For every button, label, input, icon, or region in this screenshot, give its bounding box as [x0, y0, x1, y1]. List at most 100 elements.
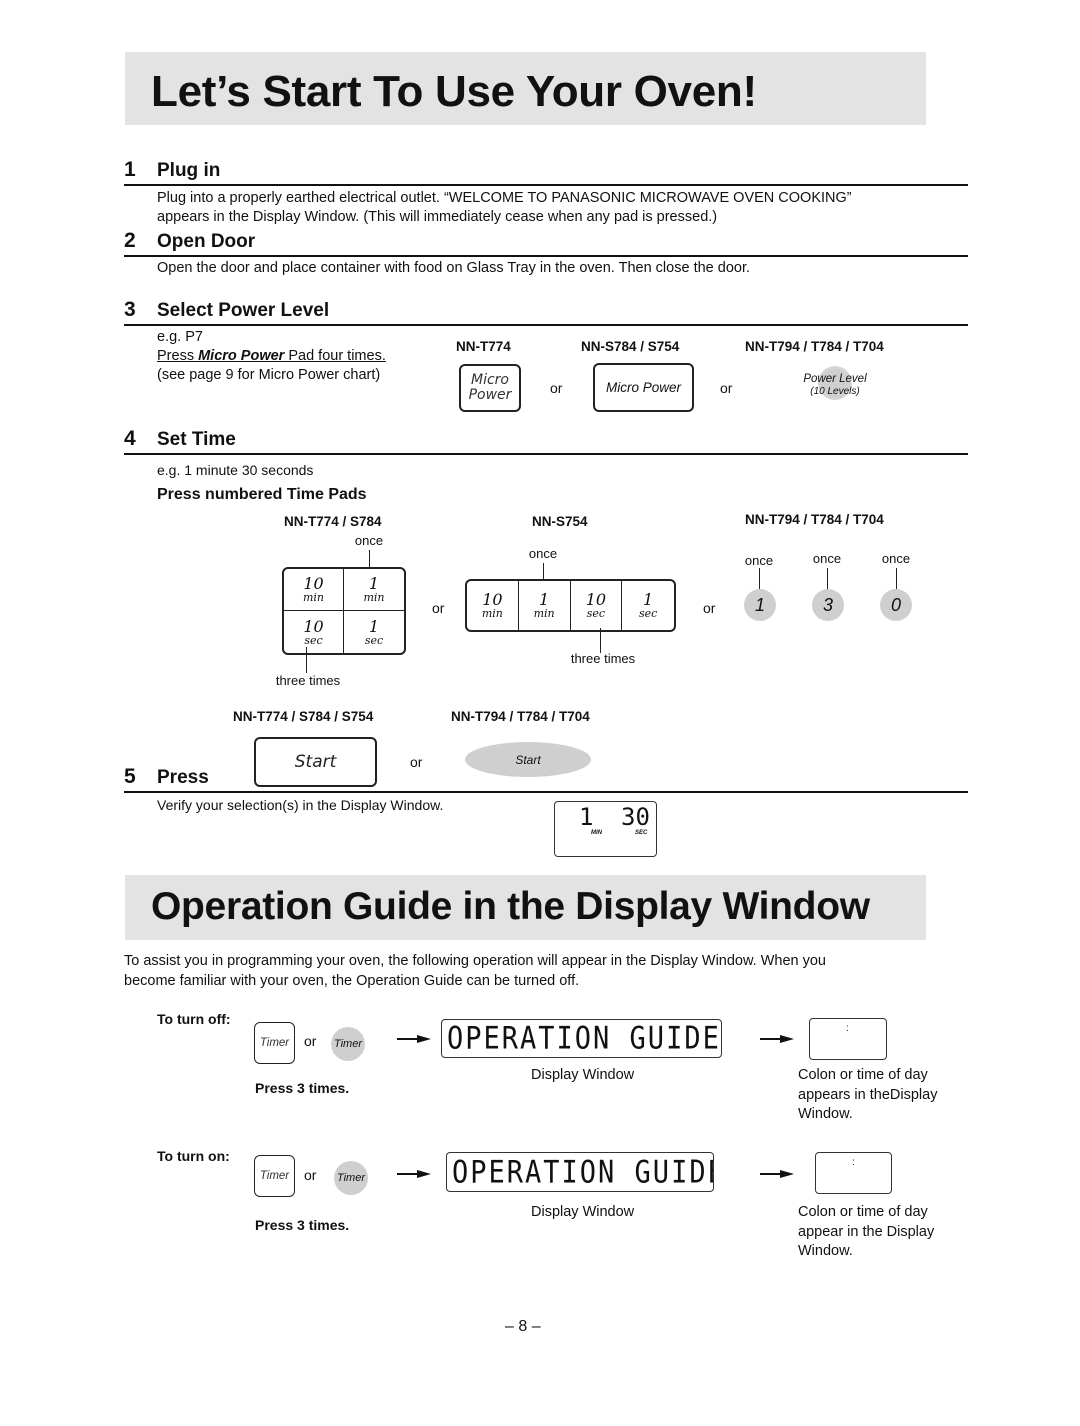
verify-text: Verify your selection(s) in the Display … [157, 797, 444, 813]
pad-value: 10 [585, 590, 607, 609]
pad-unit: sec [304, 633, 323, 647]
text-span: Press [157, 348, 199, 364]
micro-power-pad-t774[interactable]: Micro Power [459, 364, 521, 412]
step-1-text: Plug into a properly earthed electrical … [157, 189, 852, 227]
step-3-header: 3 Select Power Level [124, 298, 968, 326]
or-text: or [720, 380, 733, 396]
pad-value: 1 [539, 590, 550, 609]
timer-pad-square[interactable]: Timer [254, 1155, 295, 1197]
model-label: NN-T774 / S784 [284, 514, 382, 529]
step-2-text: Open the door and place container with f… [157, 260, 750, 276]
pad-value: 10 [482, 590, 503, 609]
step-3-text: e.g. P7 Press Micro Power Pad four times… [157, 328, 386, 385]
number-pad-3[interactable]: 3 [812, 589, 844, 621]
pad-label: Timer [336, 1172, 365, 1184]
or-text: or [550, 380, 563, 396]
arrow-right-icon [760, 1170, 794, 1178]
display-window-colon: : [815, 1152, 892, 1194]
pad-sublabel: (10 Levels) [810, 386, 860, 397]
once-note: once [354, 533, 384, 548]
display-window-guide-on: OPERATION GUIDE ON [446, 1152, 714, 1192]
pad-1-min[interactable]: 1 min [519, 581, 571, 630]
model-label: NN-S784 / S754 [581, 339, 680, 354]
timer-pad-square[interactable]: Timer [254, 1022, 295, 1064]
guide-banner: Operation Guide in the Display Window [125, 875, 926, 940]
step-title: Open Door [157, 231, 256, 252]
display-caption: Display Window [531, 1204, 635, 1220]
pad-label: Timer [259, 1037, 290, 1049]
pad-10-min[interactable]: 10 min [467, 581, 519, 630]
number-pad-0[interactable]: 0 [880, 589, 912, 621]
display-window-colon: : [809, 1018, 887, 1060]
once-note: once [744, 553, 774, 568]
display-text: OPERATION GUIDE OFF [447, 1020, 721, 1057]
step-number: 5 [124, 765, 136, 788]
timer-pad-round[interactable]: Timer [334, 1161, 368, 1195]
or-text: or [410, 754, 423, 770]
step-2-header: 2 Open Door [124, 229, 968, 257]
text-line: appears in theDisplay [798, 1086, 938, 1103]
step-title: Select Power Level [157, 300, 330, 321]
display-seconds: 30 [621, 803, 650, 831]
text-line: appears in the Display Window. (This wil… [157, 209, 718, 225]
arrow-right-icon [760, 1035, 794, 1043]
start-pad-t794[interactable]: Start [465, 742, 591, 777]
pad-value: 1 [368, 616, 380, 636]
start-pad-t774[interactable]: Start [254, 737, 377, 787]
leader-line [759, 568, 760, 589]
model-label: NN-T794 / T784 / T704 [745, 339, 884, 354]
colon-text: : [846, 1023, 849, 1034]
pad-label: Timer [259, 1170, 290, 1182]
pad-label: Timer [333, 1038, 362, 1050]
time-pad-grid-t774: 10 min 1 min 10 sec 1 sec [282, 567, 406, 655]
guide-intro: To assist you in programming your oven, … [124, 951, 826, 991]
step-title: Plug in [157, 160, 221, 181]
micro-power-pad-s784[interactable]: Micro Power [593, 363, 694, 412]
pad-name: Micro Power [198, 348, 285, 364]
step-1-header: 1 Plug in [124, 158, 968, 186]
pad-1-sec[interactable]: 1 sec [344, 611, 404, 653]
step-4-example: e.g. 1 minute 30 seconds [157, 462, 314, 478]
text-line: Window. [798, 1106, 853, 1122]
once-note: once [812, 551, 842, 566]
page-title: Let’s Start To Use Your Oven! [151, 67, 757, 116]
turn-on-label: To turn on: [157, 1148, 230, 1164]
pad-unit: sec [364, 633, 384, 647]
pad-1-sec[interactable]: 1 sec [622, 581, 674, 630]
number-pad-1[interactable]: 1 [744, 589, 776, 621]
display-sec-label: SEC [635, 830, 648, 836]
display-window-time: 1 30 MIN SEC [554, 801, 657, 857]
text-line: Colon or time of day [798, 1204, 928, 1220]
pad-10-sec[interactable]: 10 sec [571, 581, 623, 630]
step-4-header: 4 Set Time [124, 427, 968, 455]
power-level-pad-t794[interactable]: Power Level (10 Levels) [797, 364, 873, 406]
or-text: or [304, 1167, 317, 1183]
leader-line [306, 647, 307, 673]
pad-unit: sec [638, 607, 658, 620]
text-line: To assist you in programming your oven, … [124, 953, 826, 969]
text-line: Colon or time of day [798, 1067, 928, 1083]
instruction-text: Press Micro Power Pad four times. [157, 347, 386, 366]
page-number: – 8 – [505, 1318, 541, 1335]
step-number: 1 [124, 158, 136, 181]
pad-unit: sec [586, 607, 606, 620]
time-pad-row-s754: 10 min 1 min 10 sec 1 sec [465, 579, 676, 632]
pad-10-min[interactable]: 10 min [284, 569, 344, 611]
display-caption: Display Window [531, 1067, 635, 1083]
or-text: or [432, 600, 445, 616]
title-banner: Let’s Start To Use Your Oven! [125, 52, 926, 125]
arrow-right-icon [397, 1170, 431, 1178]
pad-1-min[interactable]: 1 min [344, 569, 404, 611]
model-label: NN-T774 / S784 / S754 [233, 709, 374, 724]
press-times-label: Press 3 times. [255, 1217, 350, 1233]
pad-10-sec[interactable]: 10 sec [284, 611, 344, 653]
timer-pad-round[interactable]: Timer [331, 1027, 365, 1061]
pad-label: Micro Power [605, 380, 681, 395]
pad-value: 10 [303, 574, 324, 593]
pad-unit: min [481, 607, 503, 620]
pad-label: Micro [471, 372, 509, 388]
pad-unit: min [302, 591, 325, 604]
pad-label: Power Level [803, 373, 867, 385]
display-minutes: 1 [579, 803, 594, 831]
model-label: NN-T794 / T784 / T704 [451, 709, 590, 724]
